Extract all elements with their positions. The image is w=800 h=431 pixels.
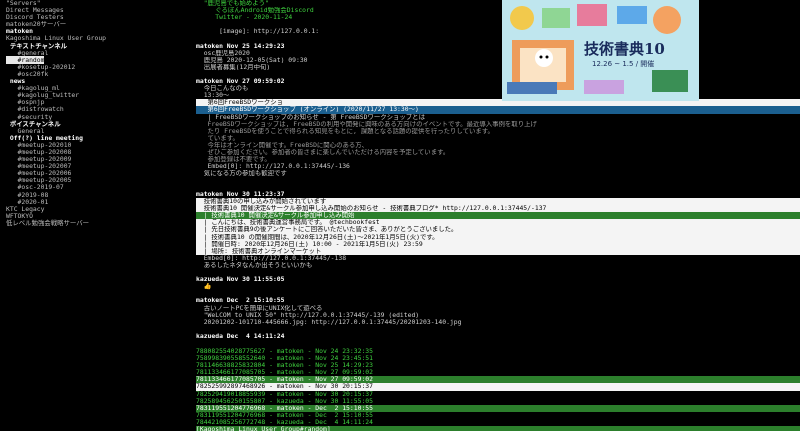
message-line[interactable]: Embed[0]: http://127.0.0.1:37445/-138 <box>196 255 800 262</box>
message-line[interactable]: 今日こんなのも <box>196 85 800 92</box>
message-line[interactable]: "WeLCOM to UNIX 50" http://127.0.0.1:374… <box>196 312 800 319</box>
message-block-top: "鹿児島でも始めよう" ぐるぼんAndroid勉強会Discord Twitte… <box>196 0 800 177</box>
message-line[interactable]: | 場所: 技術書典オンラインマーケット <box>196 247 800 255</box>
message-line[interactable]: 第6回FreeBSDワークショップ (オンライン) (2020/11/27 13… <box>196 106 800 114</box>
message-line[interactable]: 鹿児島 2020-12-05(Sat) 09:30 <box>196 57 800 64</box>
message-line[interactable]: | こんにちは、技術書典運営事務局です。 @techbookfest <box>196 219 800 227</box>
book-fair-illustration: 技術書典10 12.26 ~ 1.5 / 開催 <box>502 0 699 101</box>
sidebar-item[interactable]: KTC Legacy <box>6 205 192 213</box>
message-line[interactable] <box>196 35 800 42</box>
message-line[interactable]: 20201202-101710-445666.jpg: http://127.0… <box>196 319 800 326</box>
message-line[interactable]: 気になる方の参加も歓迎です <box>196 170 800 177</box>
message-id-line[interactable]: 788082554028775627 - matoken - Nov 24 23… <box>196 348 800 355</box>
message-line[interactable] <box>196 326 800 333</box>
message-id-line[interactable]: 783119551204776968 - matoken - Dec 2 15:… <box>196 412 800 419</box>
message-line[interactable]: 今年はオンライン開催です。FreeBSDに関心のある方、 <box>196 142 800 149</box>
message-line[interactable]: kazueda Dec 4 14:11:24 <box>196 333 800 340</box>
message-line[interactable]: 13:30〜 <box>196 92 800 99</box>
message-id-line[interactable]: 781146638825832804 - matoken - Nov 25 14… <box>196 362 800 369</box>
message-id-line[interactable]: 781133466177085705 - matoken - Nov 27 09… <box>196 376 800 384</box>
message-line[interactable] <box>196 290 800 297</box>
message-line[interactable]: matoken Nov 25 14:29:23 <box>196 43 800 50</box>
message-line[interactable]: Twitter - 2020-11-24 <box>196 14 800 21</box>
message-id-line[interactable]: 782529419018855939 - matoken - Nov 30 20… <box>196 391 800 398</box>
message-id-line[interactable]: 758998390558552640 - matoken - Nov 24 23… <box>196 355 800 362</box>
message-pane: "鹿児島でも始めよう" ぐるぼんAndroid勉強会Discord Twitte… <box>196 0 800 431</box>
message-line[interactable]: 技術書典10の申し込みが開始されています <box>196 198 800 206</box>
message-id-line[interactable]: 784421085256772748 - kazueda - Dec 4 14:… <box>196 419 800 426</box>
message-line[interactable]: osc鹿児島2020 <box>196 50 800 57</box>
message-block-middle: matoken Nov 30 11:23:37 技術書典10の申し込みが開始され… <box>196 191 800 347</box>
embedded-image[interactable]: 技術書典10 12.26 ~ 1.5 / 開催 <box>502 0 699 101</box>
message-line[interactable]: | FreeBSDワークショップのお知らせ - 第 FreeBSDワークショップ… <box>196 114 800 121</box>
message-line[interactable] <box>196 340 800 347</box>
message-line[interactable]: kazueda Nov 30 11:55:05 <box>196 276 800 283</box>
message-line[interactable]: | 先日技術書典9の後アンケートにご回答いただいた皆さま、ありがとうございました… <box>196 226 800 234</box>
sidebar-item[interactable]: #osc20fk <box>6 70 192 78</box>
message-line[interactable]: ています。 <box>196 135 800 142</box>
message-line[interactable]: 技術書典10 開催決定&サークル参加申し込み開始のお知らせ - 技術書典ブログ*… <box>196 205 800 213</box>
message-id-line[interactable]: 783119551204776968 - matoken - Dec 2 15:… <box>196 404 800 412</box>
message-line[interactable]: "鹿児島でも始めよう" <box>196 0 800 7</box>
message-line[interactable]: 古いノートPCを簡単にUNIX化して遊べる <box>196 305 800 312</box>
message-id-line[interactable]: 782525992897468926 - matoken - Nov 30 20… <box>196 383 800 391</box>
message-id-list: 788082554028775627 - matoken - Nov 24 23… <box>196 348 800 431</box>
message-line[interactable]: | 技術書典10 開催決定&サークル参加申し込み開始 <box>196 212 800 220</box>
message-line[interactable]: | 開催日時: 2020年12月26日(土) 10:00 - 2021年1月5日… <box>196 240 800 248</box>
message-line[interactable]: 参加登録は不要です。 <box>196 156 800 163</box>
message-line[interactable]: matoken Dec 2 15:10:55 <box>196 297 800 304</box>
message-line[interactable] <box>196 71 800 78</box>
message-line[interactable]: たり FreeBSDを使うことで得られる知見をもとに, 課題となる話題の提供を行… <box>196 128 800 135</box>
message-line[interactable]: ぐるぼんAndroid勉強会Discord <box>196 7 800 14</box>
message-line[interactable]: matoken Nov 30 11:23:37 <box>196 191 800 198</box>
message-line[interactable]: [image]: http://127.0.0.1: <box>196 28 800 35</box>
message-line[interactable]: ぜひご参加ください。参加者の皆さまに楽しんでいただける内容を予定しています。 <box>196 149 800 156</box>
message-line[interactable]: matoken Nov 27 09:59:02 <box>196 78 800 85</box>
sidebar-item[interactable]: 低レベル勉強会戦略サーバー <box>6 219 192 227</box>
message-line[interactable]: | 技術書典10 の開催期間は、2020年12月26日(土)〜2021年1月5日… <box>196 233 800 241</box>
message-line[interactable]: FreeBSDワークショップは, FreeBSDの利用や開発に興味のある方向けの… <box>196 121 800 128</box>
message-line[interactable]: あるしたネタなんか出そうといいかも <box>196 262 800 269</box>
message-id-line[interactable]: [Kagoshima Linux User Group#random] <box>196 426 800 431</box>
message-line[interactable] <box>196 269 800 276</box>
book-fair-dates: 12.26 ~ 1.5 / 開催 <box>592 59 654 68</box>
message-line[interactable] <box>196 21 800 28</box>
book-fair-title: 技術書典10 <box>584 40 665 58</box>
message-line[interactable]: 👍 <box>196 283 800 290</box>
message-id-line[interactable]: 781133466177085705 - matoken - Nov 27 09… <box>196 369 800 376</box>
message-id-line[interactable]: 782589456250155807 - kazueda - Nov 30 11… <box>196 398 800 405</box>
server-channel-sidebar: "Servers" Direct Messages Discord Testers m… <box>0 0 192 431</box>
message-line[interactable]: 第6回FreeBSDワークショ <box>196 99 800 107</box>
message-line[interactable]: Embed[0]: http://127.0.0.1:37445/-136 <box>196 163 800 170</box>
message-line[interactable]: 出展者募集(12月中旬) <box>196 64 800 71</box>
sidebar-item[interactable]: matoken20サーバー <box>6 21 192 28</box>
